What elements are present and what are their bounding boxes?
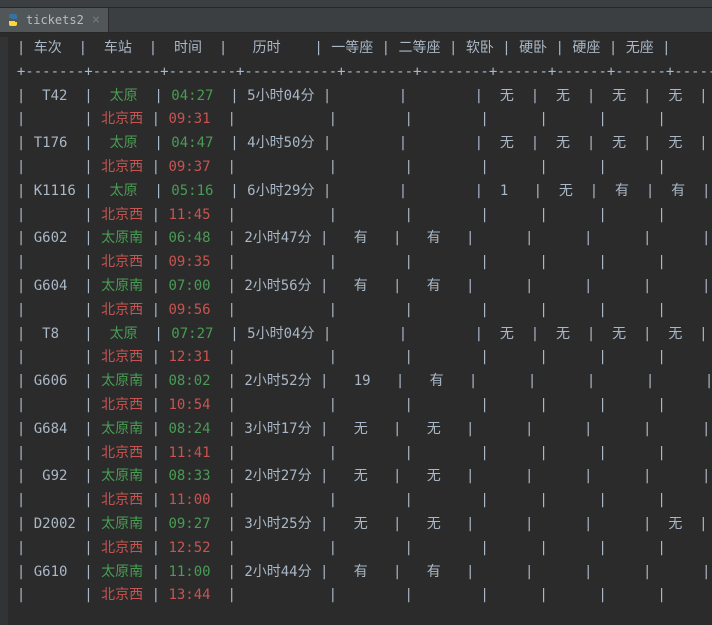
run-output-console[interactable]: | 车次 | 车站 | 时间 | 历时 | 一等座 | 二等座 | 软卧 | 硬… <box>0 33 712 608</box>
console-line: | | 北京西 | 09:37 | | | | | | | | <box>0 156 712 180</box>
console-line: | T8 | 太原 | 07:27 | 5小时04分 | | | 无 | 无 |… <box>0 323 712 347</box>
file-tab-tickets2[interactable]: tickets2 × <box>0 8 109 32</box>
console-line: | D2002 | 太原南 | 09:27 | 3小时25分 | 无 | 无 |… <box>0 513 712 537</box>
console-line: | | 北京西 | 10:54 | | | | | | | | <box>0 394 712 418</box>
console-line: | K1116 | 太原 | 05:16 | 6小时29分 | | | 1 | … <box>0 180 712 204</box>
console-line: | | 北京西 | 12:31 | | | | | | | | <box>0 346 712 370</box>
console-line: | | 北京西 | 11:41 | | | | | | | | <box>0 442 712 466</box>
console-line: | | 北京西 | 09:35 | | | | | | | | <box>0 251 712 275</box>
console-line: | | 北京西 | 12:52 | | | | | | | | <box>0 537 712 561</box>
editor-tabbar: tickets2 × <box>0 8 712 33</box>
console-line: | G604 | 太原南 | 07:00 | 2小时56分 | 有 | 有 | … <box>0 275 712 299</box>
python-icon <box>6 13 20 27</box>
console-line: | T42 | 太原 | 04:27 | 5小时04分 | | | 无 | 无 … <box>0 85 712 109</box>
console-line: | | 北京西 | 09:56 | | | | | | | | <box>0 299 712 323</box>
close-icon[interactable]: × <box>92 13 100 27</box>
console-line: +-------+--------+--------+-----------+-… <box>0 61 712 85</box>
console-line: | | 北京西 | 09:31 | | | | | | | | <box>0 108 712 132</box>
console-line: | | 北京西 | 11:00 | | | | | | | | <box>0 489 712 513</box>
console-line: | | 北京西 | 13:44 | | | | | | | | <box>0 584 712 608</box>
console-line: | 车次 | 车站 | 时间 | 历时 | 一等座 | 二等座 | 软卧 | 硬… <box>0 37 712 61</box>
console-line: | G610 | 太原南 | 11:00 | 2小时44分 | 有 | 有 | … <box>0 561 712 585</box>
console-line: | G684 | 太原南 | 08:24 | 3小时17分 | 无 | 无 | … <box>0 418 712 442</box>
file-tab-label: tickets2 <box>26 13 84 27</box>
console-line: | | 北京西 | 11:45 | | | | | | | | <box>0 204 712 228</box>
console-line: | G92 | 太原南 | 08:33 | 2小时27分 | 无 | 无 | |… <box>0 465 712 489</box>
editor-gutter <box>0 37 8 625</box>
console-line: | G602 | 太原南 | 06:48 | 2小时47分 | 有 | 有 | … <box>0 227 712 251</box>
window-titlebar-fragment <box>0 0 712 8</box>
console-line: | G606 | 太原南 | 08:02 | 2小时52分 | 19 | 有 |… <box>0 370 712 394</box>
console-line: | T176 | 太原 | 04:47 | 4小时50分 | | | 无 | 无… <box>0 132 712 156</box>
